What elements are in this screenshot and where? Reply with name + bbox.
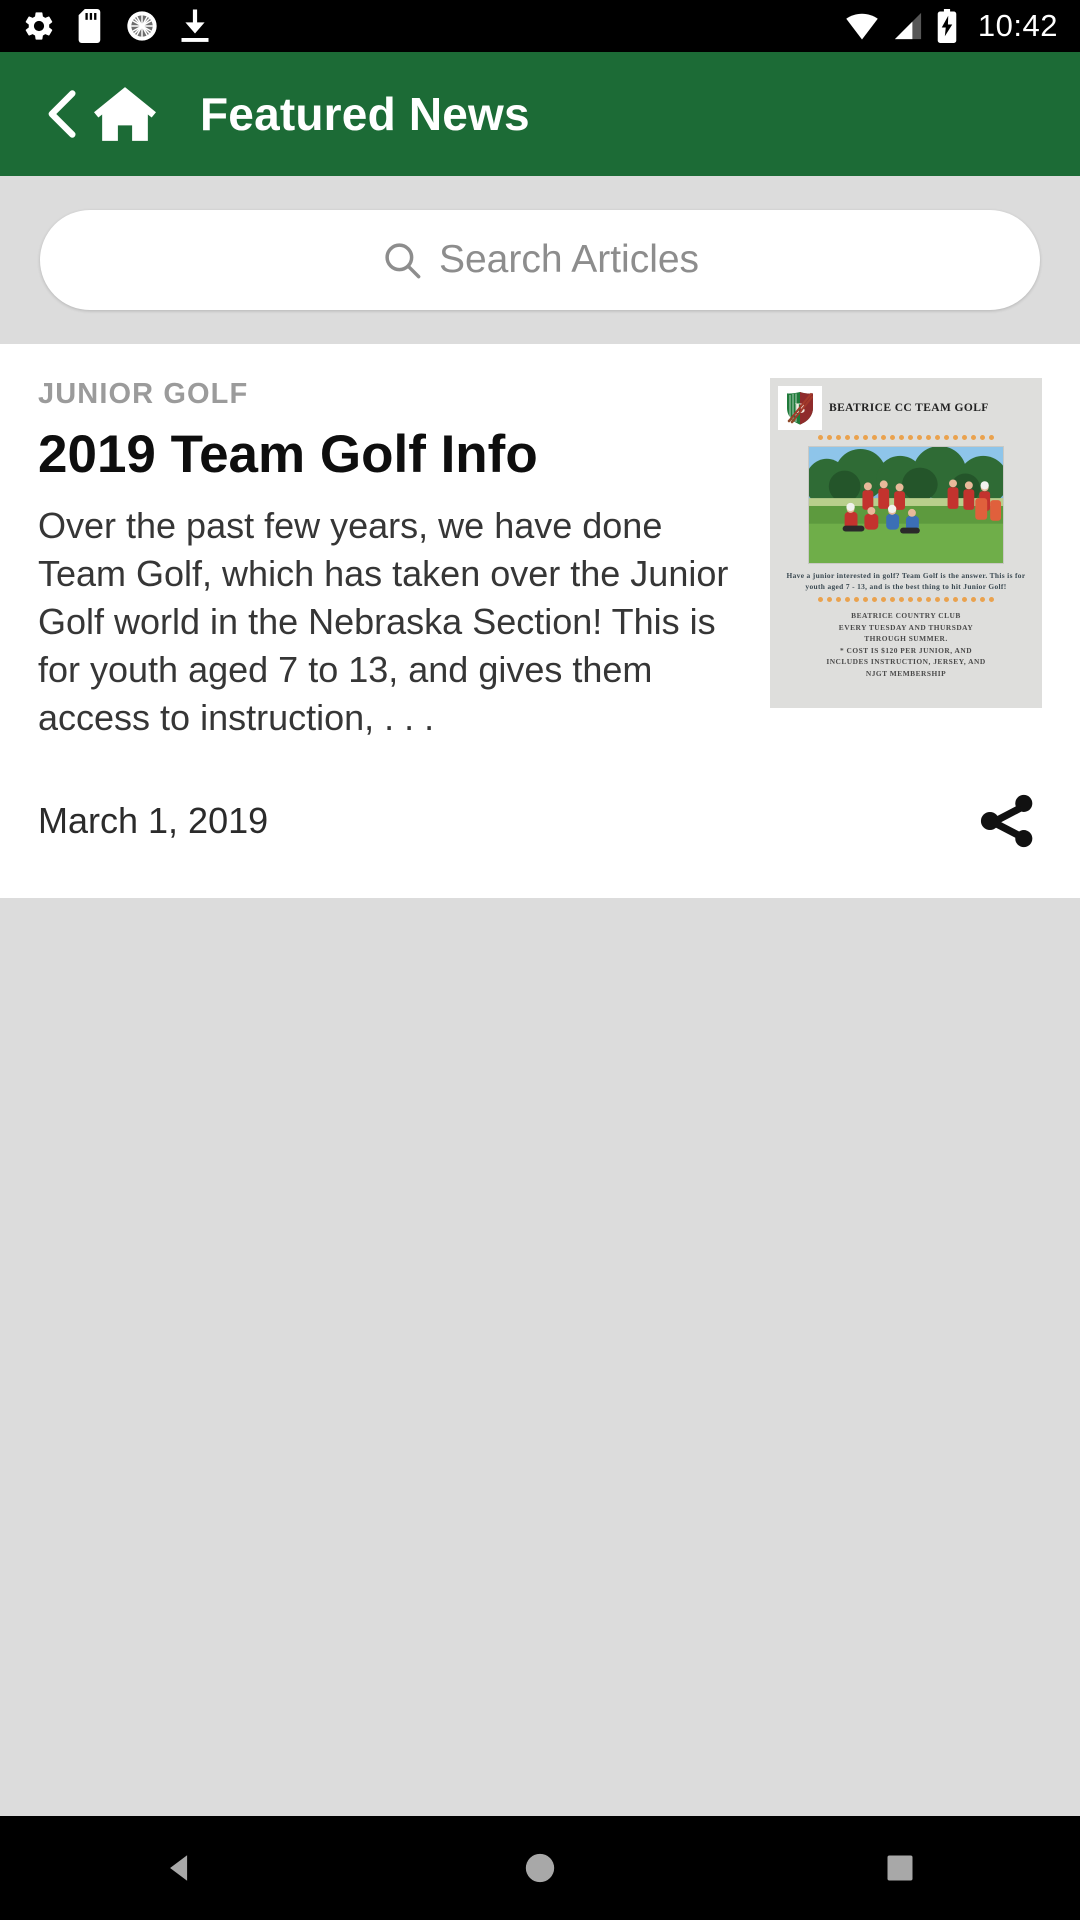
battery-charging-icon bbox=[937, 9, 957, 43]
square-recents-icon bbox=[887, 1855, 913, 1881]
wifi-icon bbox=[846, 13, 878, 40]
search-input[interactable]: Search Articles bbox=[40, 210, 1040, 310]
share-icon bbox=[980, 794, 1033, 847]
flyer-footer-line: NJGT MEMBERSHIP bbox=[865, 668, 947, 678]
chevron-left-icon bbox=[48, 90, 76, 138]
page-title: Featured News bbox=[200, 88, 530, 140]
flyer-footer-line: * COST IS $120 PER JUNIOR, AND bbox=[839, 645, 973, 655]
sync-circle-icon bbox=[127, 11, 157, 41]
download-icon bbox=[181, 9, 209, 42]
status-bar: 10:42 bbox=[0, 0, 1080, 52]
flyer-divider-dots-top bbox=[770, 435, 1042, 442]
android-nav-bar bbox=[0, 1816, 1080, 1920]
article-thumbnail[interactable]: B BEATRICE CC TEAM GOLF bbox=[770, 378, 1042, 708]
sd-card-icon bbox=[78, 9, 101, 43]
beatrice-country-club-crest-icon: B bbox=[778, 386, 822, 430]
flyer-header: B BEATRICE CC TEAM GOLF bbox=[770, 386, 1042, 430]
search-placeholder: Search Articles bbox=[438, 238, 700, 281]
triangle-back-icon bbox=[170, 1855, 188, 1881]
article-date: March 1, 2019 bbox=[38, 799, 269, 841]
share-button[interactable] bbox=[972, 784, 1042, 858]
circle-home-icon bbox=[525, 1853, 555, 1883]
status-bar-right-icons: 10:42 bbox=[844, 8, 1058, 44]
flyer-footer-line: INCLUDES INSTRUCTION, JERSEY, AND bbox=[826, 657, 986, 667]
article-footer: March 1, 2019 bbox=[38, 742, 1042, 898]
flyer-footer-line: EVERY TUESDAY AND THURSDAY bbox=[838, 622, 974, 632]
empty-list-area bbox=[0, 897, 1080, 1920]
article-category: JUNIOR GOLF bbox=[38, 378, 249, 410]
article-body: JUNIOR GOLF 2019 Team Golf Info Over the… bbox=[38, 378, 1042, 742]
flyer-caption: Have a junior interested in golf? Team G… bbox=[786, 571, 1026, 592]
nav-home-button[interactable] bbox=[440, 1816, 640, 1920]
scroll-content: Search Articles JUNIOR GOLF 2019 Team Go… bbox=[0, 176, 1080, 1920]
article-text-column: JUNIOR GOLF 2019 Team Golf Info Over the… bbox=[38, 378, 770, 742]
nav-recents-button[interactable] bbox=[800, 1816, 1000, 1920]
flyer-footer-line: BEATRICE COUNTRY CLUB bbox=[851, 611, 961, 621]
back-button[interactable] bbox=[40, 86, 86, 142]
article-title: 2019 Team Golf Info bbox=[38, 425, 538, 484]
flyer-divider-dots-bottom bbox=[770, 597, 1042, 604]
nav-back-button[interactable] bbox=[80, 1816, 280, 1920]
status-bar-clock: 10:42 bbox=[977, 8, 1058, 43]
article-excerpt: Over the past few years, we have done Te… bbox=[38, 505, 729, 738]
flyer-footer-line: THROUGH SUMMER. bbox=[864, 634, 948, 644]
article-card[interactable]: JUNIOR GOLF 2019 Team Golf Info Over the… bbox=[0, 344, 1080, 898]
flyer-footer: BEATRICE COUNTRY CLUB EVERY TUESDAY AND … bbox=[818, 608, 993, 679]
junior-golf-team-group-photo bbox=[808, 446, 1004, 564]
settings-gear-icon bbox=[25, 12, 53, 40]
search-section: Search Articles bbox=[0, 176, 1080, 344]
app-bar: Featured News bbox=[0, 52, 1080, 176]
home-icon bbox=[94, 87, 156, 141]
cellular-signal-icon bbox=[894, 12, 922, 40]
home-button[interactable] bbox=[92, 83, 158, 145]
phone-screen: 10:42 Featured News Search Articles JUNI… bbox=[0, 0, 1080, 1920]
search-icon bbox=[385, 243, 421, 279]
flyer-header-title: BEATRICE CC TEAM GOLF bbox=[829, 402, 989, 414]
status-bar-left-icons bbox=[22, 9, 210, 43]
